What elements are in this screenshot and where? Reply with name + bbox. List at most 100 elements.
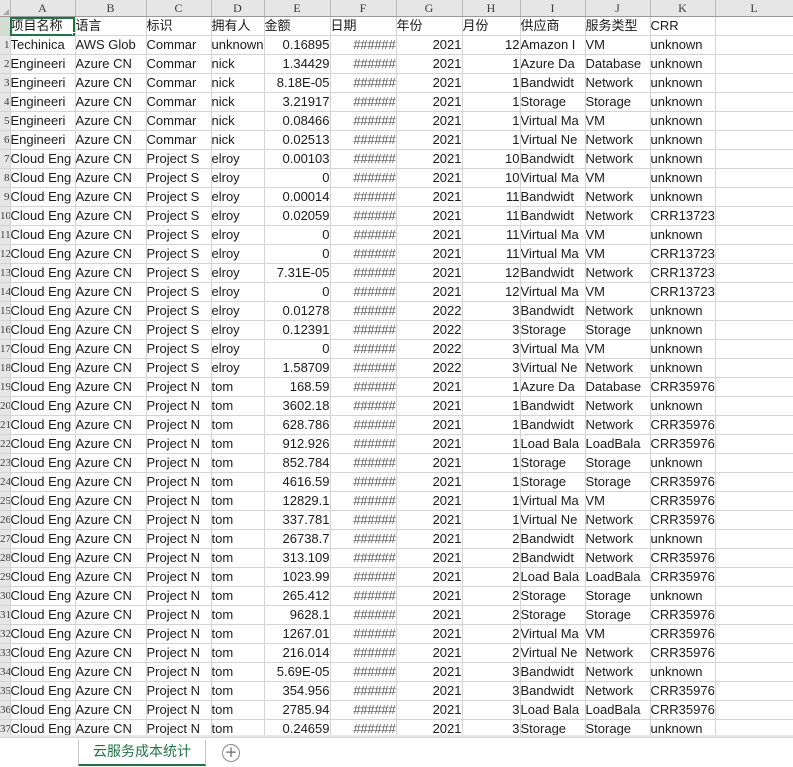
row-number[interactable]: 26 xyxy=(0,510,11,530)
cell-H29[interactable]: 2 xyxy=(462,548,521,568)
cell-H32[interactable]: 2 xyxy=(462,605,521,625)
cell-A37[interactable]: Cloud Eng xyxy=(10,700,76,720)
cell-C15[interactable]: Project S xyxy=(146,282,212,302)
fill-handle[interactable] xyxy=(71,32,74,35)
cell-A21[interactable]: Cloud Eng xyxy=(10,396,76,416)
cell-G23[interactable]: 2021 xyxy=(396,434,463,454)
cell-D32[interactable]: tom xyxy=(211,605,265,625)
cell-D31[interactable]: tom xyxy=(211,586,265,606)
row-number[interactable]: 17 xyxy=(0,339,11,359)
table-row[interactable]: 34 Cloud Eng Azure CN Project Ntom 5.69E-05 #… xyxy=(0,662,793,682)
row-number-1[interactable] xyxy=(0,16,11,36)
cell-F18[interactable]: ###### xyxy=(330,339,397,359)
cell-K34[interactable]: CRR35976 xyxy=(650,643,716,663)
row-number[interactable]: 25 xyxy=(0,491,11,511)
cell-A8[interactable]: Cloud Eng xyxy=(10,149,76,169)
column-header-i[interactable]: I xyxy=(520,0,586,17)
cell-K4[interactable]: unknown xyxy=(650,73,716,93)
cell-C33[interactable]: Project N xyxy=(146,624,212,644)
cell-I29[interactable]: Bandwidt xyxy=(520,548,586,568)
cell-F30[interactable]: ###### xyxy=(330,567,397,587)
cell-I15[interactable]: Virtual Ma xyxy=(520,282,586,302)
cell-G37[interactable]: 2021 xyxy=(396,700,463,720)
cell-C3[interactable]: Commar xyxy=(146,54,212,74)
cell-B15[interactable]: Azure CN xyxy=(75,282,147,302)
cell-C17[interactable]: Project S xyxy=(146,320,212,340)
cell-G27[interactable]: 2021 xyxy=(396,510,463,530)
cell-I31[interactable]: Storage xyxy=(520,586,586,606)
cell-K27[interactable]: CRR35976 xyxy=(650,510,716,530)
cell-A2[interactable]: Techinica xyxy=(10,35,76,55)
cell-L26[interactable] xyxy=(715,491,793,511)
cell-C2[interactable]: Commar xyxy=(146,35,212,55)
cell-B13[interactable]: Azure CN xyxy=(75,244,147,264)
cell-J7[interactable]: Network xyxy=(585,130,651,150)
cell-G8[interactable]: 2021 xyxy=(396,149,463,169)
cell-D36[interactable]: tom xyxy=(211,681,265,701)
cell-E4[interactable]: 8.18E-05 xyxy=(264,73,331,93)
table-row[interactable]: 35 Cloud Eng Azure CN Project Ntom 354.956 ##… xyxy=(0,681,793,701)
cell-L15[interactable] xyxy=(715,282,793,302)
cell-F1[interactable]: 日期 xyxy=(330,16,397,36)
cell-E22[interactable]: 628.786 xyxy=(264,415,331,435)
table-row[interactable]: 23 Cloud Eng Azure CN Project Ntom 852.784 ##… xyxy=(0,453,793,473)
cell-B2[interactable]: AWS Glob xyxy=(75,35,147,55)
cell-F15[interactable]: ###### xyxy=(330,282,397,302)
cell-J1[interactable]: 服务类型 xyxy=(585,16,651,36)
cell-I19[interactable]: Virtual Ne xyxy=(520,358,586,378)
row-number[interactable]: 29 xyxy=(0,567,11,587)
cell-H23[interactable]: 1 xyxy=(462,434,521,454)
cell-I6[interactable]: Virtual Ma xyxy=(520,111,586,131)
cell-K23[interactable]: CRR35976 xyxy=(650,434,716,454)
cell-B36[interactable]: Azure CN xyxy=(75,681,147,701)
table-row[interactable]: 13 Cloud Eng Azure CN Project Selroy 7.31E-0… xyxy=(0,263,793,283)
cell-A36[interactable]: Cloud Eng xyxy=(10,681,76,701)
cell-I14[interactable]: Bandwidt xyxy=(520,263,586,283)
cell-L37[interactable] xyxy=(715,700,793,720)
cell-D13[interactable]: elroy xyxy=(211,244,265,264)
cell-B19[interactable]: Azure CN xyxy=(75,358,147,378)
cell-L34[interactable] xyxy=(715,643,793,663)
cell-D4[interactable]: nick xyxy=(211,73,265,93)
row-number[interactable]: 31 xyxy=(0,605,11,625)
cell-G24[interactable]: 2021 xyxy=(396,453,463,473)
cell-A18[interactable]: Cloud Eng xyxy=(10,339,76,359)
cell-G25[interactable]: 2021 xyxy=(396,472,463,492)
cell-G4[interactable]: 2021 xyxy=(396,73,463,93)
cell-F6[interactable]: ###### xyxy=(330,111,397,131)
cell-J18[interactable]: VM xyxy=(585,339,651,359)
cell-A13[interactable]: Cloud Eng xyxy=(10,244,76,264)
cell-H25[interactable]: 1 xyxy=(462,472,521,492)
cell-L12[interactable] xyxy=(715,225,793,245)
table-row[interactable]: 25 Cloud Eng Azure CN Project Ntom 12829.1 ##… xyxy=(0,491,793,511)
cell-G6[interactable]: 2021 xyxy=(396,111,463,131)
cell-H37[interactable]: 3 xyxy=(462,700,521,720)
row-number[interactable]: 35 xyxy=(0,681,11,701)
cell-L28[interactable] xyxy=(715,529,793,549)
cell-E14[interactable]: 7.31E-05 xyxy=(264,263,331,283)
table-row[interactable]: 1 Techinica AWS Glob Commar unknown 0.16895 ##… xyxy=(0,35,793,55)
table-row[interactable]: 3 Engineeri Azure CN Commar nick 8.18E-05 ####… xyxy=(0,73,793,93)
table-row[interactable]: 12 Cloud Eng Azure CN Project Selroy 0 ######… xyxy=(0,244,793,264)
cell-F8[interactable]: ###### xyxy=(330,149,397,169)
cell-E10[interactable]: 0.00014 xyxy=(264,187,331,207)
cell-H18[interactable]: 3 xyxy=(462,339,521,359)
cell-H33[interactable]: 2 xyxy=(462,624,521,644)
column-header-f[interactable]: F xyxy=(330,0,397,17)
cell-E12[interactable]: 0 xyxy=(264,225,331,245)
cell-I35[interactable]: Bandwidt xyxy=(520,662,586,682)
cell-C36[interactable]: Project N xyxy=(146,681,212,701)
cell-B32[interactable]: Azure CN xyxy=(75,605,147,625)
table-row[interactable]: 32 Cloud Eng Azure CN Project Ntom 1267.01 ##… xyxy=(0,624,793,644)
cell-D11[interactable]: elroy xyxy=(211,206,265,226)
cell-K20[interactable]: CRR35976 xyxy=(650,377,716,397)
cell-D5[interactable]: nick xyxy=(211,92,265,112)
cell-I36[interactable]: Bandwidt xyxy=(520,681,586,701)
table-row[interactable]: 7 Cloud Eng Azure CN Project Selroy 0.00103 #… xyxy=(0,149,793,169)
table-row[interactable]: 27 Cloud Eng Azure CN Project Ntom 26738.7 ##… xyxy=(0,529,793,549)
cell-H15[interactable]: 12 xyxy=(462,282,521,302)
cell-K11[interactable]: CRR13723 xyxy=(650,206,716,226)
cell-E35[interactable]: 5.69E-05 xyxy=(264,662,331,682)
cell-L32[interactable] xyxy=(715,605,793,625)
cell-I16[interactable]: Bandwidt xyxy=(520,301,586,321)
